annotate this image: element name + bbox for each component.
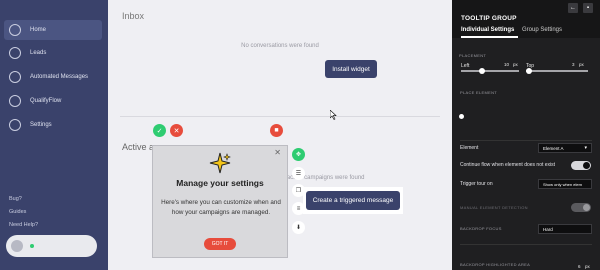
got-it-button[interactable]: GOT IT — [204, 238, 236, 250]
left-slider[interactable] — [461, 70, 519, 72]
back-icon[interactable]: ← — [568, 3, 578, 13]
close-icon[interactable]: ✕ — [274, 148, 281, 157]
toggle-knob — [583, 162, 590, 169]
tooltip-body: Here's where you can customize when and … — [161, 199, 281, 216]
backdrop-area-label: BACKDROP HIGHLIGHTED AREA — [460, 262, 531, 267]
cancel-icon[interactable]: ✕ — [170, 124, 183, 137]
element-select-value: Element A — [543, 145, 564, 151]
backdrop-focus-select[interactable]: Hard — [538, 224, 592, 234]
element-label: Element — [460, 145, 479, 151]
element-select[interactable]: Element A ▾ — [538, 143, 592, 153]
place-element-label: PLACE ELEMENT — [460, 90, 498, 95]
menu-icon[interactable]: ▪ — [583, 3, 593, 13]
toggle-knob — [583, 204, 590, 211]
backdrop-focus-value: Hard — [543, 226, 553, 232]
continue-flow-toggle[interactable] — [571, 161, 591, 170]
left-value: 10 — [504, 62, 510, 67]
left-unit: px — [513, 62, 518, 67]
create-triggered-message-button[interactable]: Create a triggered message — [306, 191, 400, 210]
tooltip-title: Manage your settings — [176, 178, 264, 188]
backdrop-area-unit: px — [585, 264, 590, 269]
tooltip-card: ✕ Manage your settings Here's where you … — [152, 145, 288, 258]
trigger-select[interactable]: Show only when elem — [538, 179, 592, 189]
top-value: 3 — [572, 62, 575, 67]
backdrop-focus-label: BACKDROP FOCUS — [460, 226, 502, 231]
panel-divider — [460, 244, 592, 245]
delete-icon[interactable]: ■ — [270, 124, 283, 137]
confirm-icon[interactable]: ✓ — [153, 124, 166, 137]
continue-flow-label: Continue flow when element does not exis… — [460, 162, 556, 168]
manual-detection-toggle[interactable] — [571, 203, 591, 212]
panel-title: TOOLTIP GROUP — [461, 15, 517, 22]
panel-divider — [460, 140, 592, 141]
pin-icon[interactable]: ⬇ — [292, 221, 305, 234]
sparkles-icon — [209, 152, 231, 174]
manual-detection-label: MANUAL ELEMENT DETECTION — [460, 205, 528, 210]
left-slider-knob[interactable] — [479, 68, 485, 74]
top-unit: px — [579, 62, 584, 67]
top-slider[interactable] — [526, 70, 588, 72]
highlighted-element: Create a triggered message — [303, 187, 403, 214]
chevron-down-icon: ▾ — [584, 145, 587, 151]
top-slider-knob[interactable] — [526, 68, 532, 74]
backdrop-area-value: 6 — [578, 264, 581, 269]
cursor-icon — [330, 110, 337, 120]
align-icon[interactable]: ☰ — [292, 167, 305, 180]
trigger-select-value: Show only when elem — [543, 181, 582, 187]
active-tab-indicator — [461, 36, 518, 38]
trigger-tour-label: Trigger tour on — [460, 181, 493, 187]
placement-label: PLACEMENT — [459, 53, 487, 58]
place-element-dot[interactable] — [459, 114, 464, 119]
tab-group-settings[interactable]: Group Settings — [522, 27, 562, 33]
tab-individual-settings[interactable]: Individual Settings — [461, 27, 514, 33]
move-icon[interactable]: ✥ — [292, 148, 305, 161]
left-label: Left — [461, 63, 470, 69]
